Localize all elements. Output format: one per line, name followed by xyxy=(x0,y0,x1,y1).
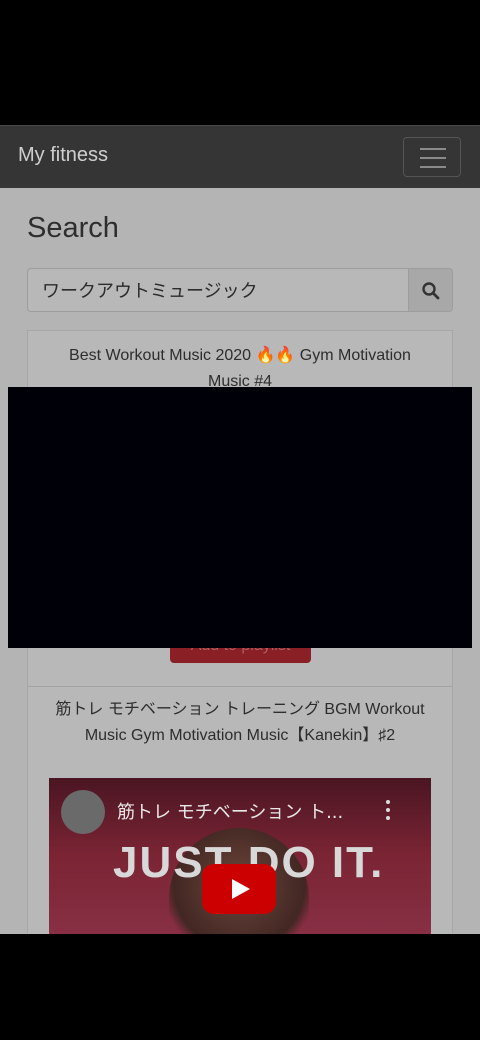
video-overlay xyxy=(8,387,472,648)
channel-avatar[interactable] xyxy=(61,790,105,834)
video-player[interactable]: JUST DO IT. 筋トレ モチベーション ト... xyxy=(49,778,431,934)
hamburger-menu-icon xyxy=(420,148,446,150)
search-group xyxy=(27,268,453,312)
page-title: Search xyxy=(27,212,119,244)
navbar-toggle-button[interactable] xyxy=(403,137,461,177)
hamburger-menu-icon xyxy=(420,157,446,159)
search-icon xyxy=(422,282,440,300)
hamburger-menu-icon xyxy=(420,166,446,168)
brand-link[interactable]: My fitness xyxy=(18,144,108,167)
video-overlay-title[interactable]: 筋トレ モチベーション ト... xyxy=(117,798,343,824)
play-button[interactable] xyxy=(202,864,276,914)
search-input[interactable] xyxy=(27,268,409,312)
navbar: My fitness xyxy=(0,125,480,188)
result-title: 筋トレ モチベーション トレーニング BGM Workout Music Gym… xyxy=(55,701,425,744)
search-button[interactable] xyxy=(409,268,453,312)
more-vert-icon[interactable] xyxy=(385,800,391,822)
play-icon xyxy=(232,879,250,899)
result-card: 筋トレ モチベーション トレーニング BGM Workout Music Gym… xyxy=(28,687,452,934)
